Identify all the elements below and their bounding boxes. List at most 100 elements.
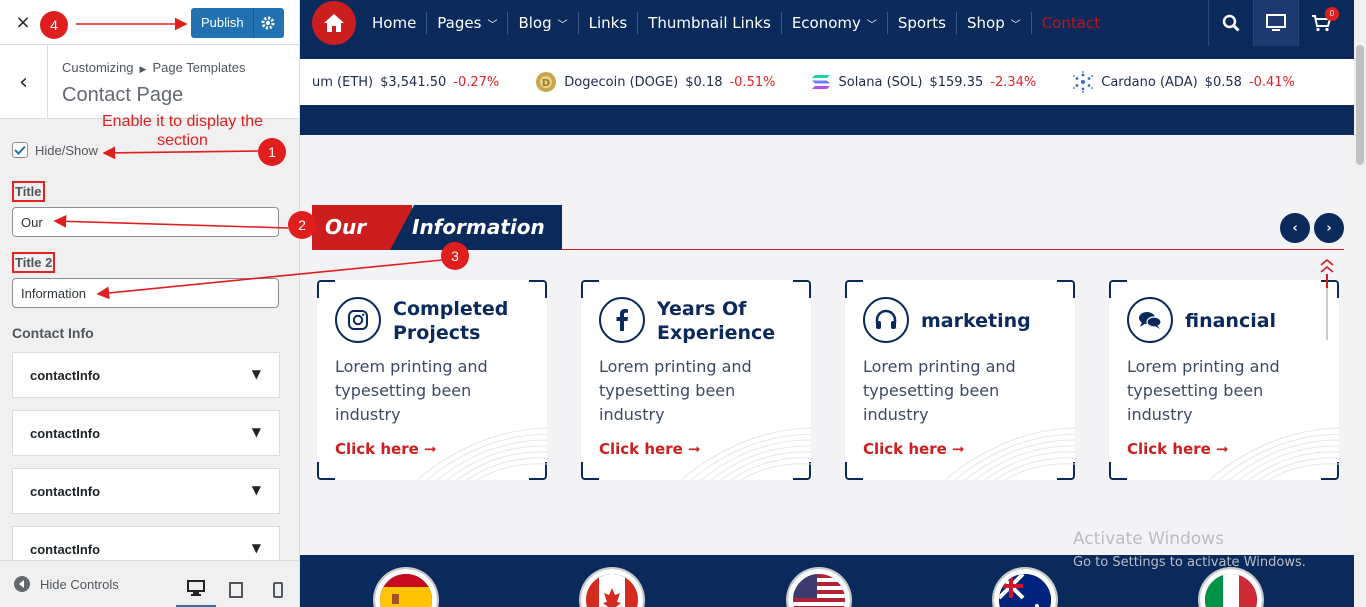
- scroll-up-indicator[interactable]: [1318, 258, 1336, 348]
- tablet-preview-button[interactable]: [216, 571, 256, 607]
- menu-label: Blog: [518, 14, 552, 32]
- ticker-item[interactable]: Cardano (ADA) $0.58 -0.41%: [1072, 71, 1295, 93]
- accordion-label: contactInfo: [30, 426, 101, 441]
- card-link-label: Click here: [335, 440, 419, 458]
- cart-button[interactable]: 0: [1298, 0, 1343, 46]
- coin-name: um (ETH): [312, 74, 374, 90]
- menu-item-home[interactable]: Home: [362, 12, 426, 34]
- menu-item-contact[interactable]: Contact: [1030, 12, 1110, 34]
- menu-item-shop[interactable]: Shop ﹀: [955, 12, 1031, 34]
- hide-show-label: Hide/Show: [35, 142, 98, 158]
- contact-info-label: Contact Info: [12, 325, 94, 341]
- card-corner: [581, 462, 599, 480]
- card-title: Completed Projects: [393, 298, 509, 344]
- card-title: Years Of Experience: [657, 298, 776, 344]
- scrollbar-thumb[interactable]: [1356, 45, 1364, 165]
- carousel-prev-button[interactable]: ‹: [1280, 213, 1310, 243]
- accordion-label: contactInfo: [30, 542, 101, 557]
- activation-watermark-title: Activate Windows: [1073, 529, 1224, 549]
- usa-flag-icon[interactable]: [788, 569, 850, 607]
- close-customizer-button[interactable]: ×: [8, 8, 38, 38]
- annotation-marker: 2: [288, 211, 316, 239]
- mobile-preview-button[interactable]: [258, 571, 298, 607]
- ticker-item[interactable]: Solana (SOL) $159.35 -2.34%: [811, 74, 1036, 90]
- menu-item-pages[interactable]: Pages ﹀: [426, 12, 507, 34]
- card-text: Lorem printing and typesetting been indu…: [863, 357, 1016, 424]
- contact-info-accordion[interactable]: contactInfo ▼: [12, 352, 280, 398]
- heading-word-2: Information: [412, 215, 545, 239]
- menu-item-economy[interactable]: Economy ﹀: [780, 12, 887, 34]
- title2-input[interactable]: [12, 278, 279, 308]
- display-mode-button[interactable]: [1253, 0, 1298, 46]
- coin-name: Dogecoin (DOGE): [564, 74, 679, 90]
- card-corner: [1109, 280, 1127, 298]
- australia-flag-icon[interactable]: [994, 569, 1056, 607]
- canada-flag-icon[interactable]: [581, 569, 643, 607]
- chevron-left-icon: ‹: [19, 69, 28, 95]
- card-link-label: Click here: [1127, 440, 1211, 458]
- card-corner: [529, 280, 547, 298]
- card-corner: [845, 462, 863, 480]
- back-button[interactable]: ‹: [0, 45, 48, 119]
- wave-decoration: [681, 427, 811, 480]
- caret-down-icon: ▼: [251, 425, 261, 439]
- title2-label: Title 2: [12, 252, 56, 273]
- monitor-icon: [1266, 14, 1286, 31]
- ticker-band: um (ETH) $3,541.50 -0.27% D Dogecoin (DO…: [300, 46, 1354, 135]
- main-menu: Home Pages ﹀ Blog ﹀ Links Thumbnail Links …: [362, 0, 1110, 46]
- heading-word-1: Our: [325, 215, 367, 239]
- menu-item-sports[interactable]: Sports: [886, 12, 956, 34]
- card-link-label: Click here: [863, 440, 947, 458]
- ticker-item[interactable]: D Dogecoin (DOGE) $0.18 -0.51%: [535, 71, 775, 93]
- section-title: Contact Page: [62, 84, 184, 106]
- breadcrumb-item: Customizing: [62, 60, 134, 75]
- card-link-label: Click here: [599, 440, 683, 458]
- svg-text:D: D: [542, 78, 550, 89]
- spain-flag-icon[interactable]: [375, 569, 437, 607]
- caret-down-icon: ▼: [251, 541, 261, 555]
- page-scrollbar[interactable]: [1354, 0, 1366, 607]
- headphones-icon: [863, 297, 909, 343]
- menu-label: Home: [372, 14, 417, 32]
- hide-show-control[interactable]: Hide/Show: [12, 142, 98, 158]
- collapse-icon: [14, 576, 30, 592]
- chevron-left-icon: ‹: [1292, 220, 1298, 236]
- contact-info-accordion[interactable]: contactInfo ▼: [12, 468, 280, 514]
- annotation-marker: 3: [441, 242, 469, 270]
- hide-show-checkbox[interactable]: [12, 142, 28, 158]
- hide-controls-button[interactable]: Hide Controls: [14, 576, 119, 592]
- coin-price: $159.35: [929, 74, 984, 90]
- menu-label: Pages: [437, 14, 482, 32]
- menu-label: Sports: [897, 14, 946, 32]
- annotation-marker: 1: [258, 138, 286, 166]
- title-label: Title: [12, 181, 45, 202]
- ticker-track: um (ETH) $3,541.50 -0.27% D Dogecoin (DO…: [312, 59, 1331, 105]
- gear-icon[interactable]: [260, 15, 276, 31]
- info-card: marketing Lorem printing and typesetting…: [845, 280, 1075, 480]
- breadcrumb-separator-icon: ▶: [139, 64, 147, 74]
- card-title: marketing: [921, 310, 1031, 332]
- italy-flag-icon[interactable]: [1200, 569, 1262, 607]
- menu-item-blog[interactable]: Blog ﹀: [507, 12, 577, 34]
- customizer-footer: Hide Controls: [0, 560, 299, 607]
- desktop-preview-button[interactable]: [176, 571, 216, 607]
- card-corner: [1057, 280, 1075, 298]
- carousel-next-button[interactable]: ›: [1314, 213, 1344, 243]
- title-input[interactable]: [12, 207, 279, 237]
- coin-price: $0.18: [685, 74, 723, 90]
- ticker-item[interactable]: um (ETH) $3,541.50 -0.27%: [312, 75, 499, 90]
- screen: × Publish ‹ Customizing ▶ Page Templates C…: [0, 0, 1366, 607]
- contact-info-accordion[interactable]: contactInfo ▼: [12, 410, 280, 456]
- info-card: Years Of Experience Lorem printing and t…: [581, 280, 811, 480]
- home-button[interactable]: [312, 1, 356, 45]
- mobile-icon: [273, 581, 283, 598]
- menu-item-thumbnail-links[interactable]: Thumbnail Links: [637, 12, 781, 34]
- navbar-actions: 0: [1208, 0, 1343, 46]
- publish-button[interactable]: Publish: [191, 8, 284, 38]
- activation-watermark-subtitle: Go to Settings to activate Windows.: [1073, 555, 1306, 570]
- menu-item-links[interactable]: Links: [577, 12, 638, 34]
- accordion-label: contactInfo: [30, 368, 101, 383]
- coin-price: $3,541.50: [380, 74, 447, 90]
- hide-controls-label: Hide Controls: [40, 576, 119, 592]
- search-button[interactable]: [1208, 0, 1253, 46]
